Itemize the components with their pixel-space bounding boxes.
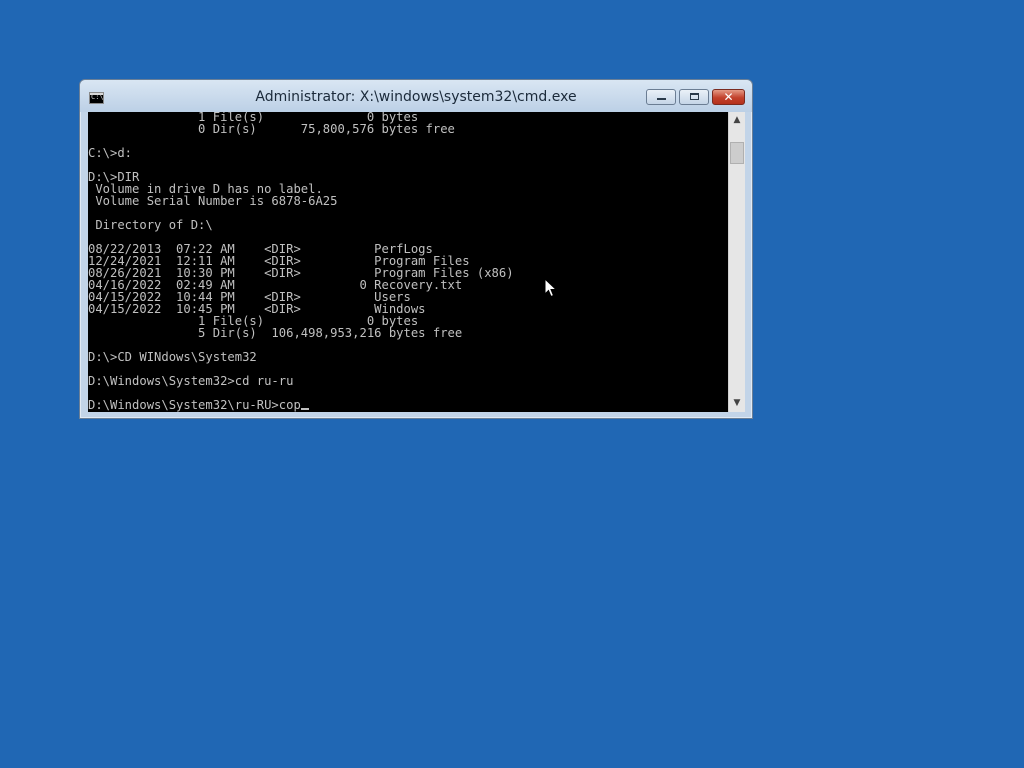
console-text: 1 File(s) 0 bytes 0 Dir(s) 75,800,576 by… <box>88 112 514 411</box>
maximize-icon <box>690 93 699 100</box>
window-title: Administrator: X:\windows\system32\cmd.e… <box>255 89 577 105</box>
scroll-up-icon[interactable]: ▲ <box>729 112 745 129</box>
scroll-thumb[interactable] <box>730 142 744 164</box>
cmd-window[interactable]: C:\ Administrator: X:\windows\system32\c… <box>79 79 753 419</box>
title-bar[interactable]: C:\ Administrator: X:\windows\system32\c… <box>80 80 752 112</box>
minimize-icon <box>657 98 666 100</box>
current-prompt: D:\Windows\System32\ru-RU> <box>88 398 279 412</box>
minimize-button[interactable] <box>646 89 676 105</box>
close-button[interactable]: ✕ <box>712 89 745 105</box>
console-history: 1 File(s) 0 bytes 0 Dir(s) 75,800,576 by… <box>88 112 514 388</box>
vertical-scrollbar[interactable]: ▲ ▼ <box>728 112 745 412</box>
mouse-pointer-icon <box>544 278 558 298</box>
typed-input: cop <box>278 398 301 412</box>
close-icon: ✕ <box>723 90 734 104</box>
maximize-button[interactable] <box>679 89 709 105</box>
scroll-down-icon[interactable]: ▼ <box>729 395 745 412</box>
text-cursor <box>300 408 309 410</box>
console-output[interactable]: 1 File(s) 0 bytes 0 Dir(s) 75,800,576 by… <box>88 112 728 412</box>
